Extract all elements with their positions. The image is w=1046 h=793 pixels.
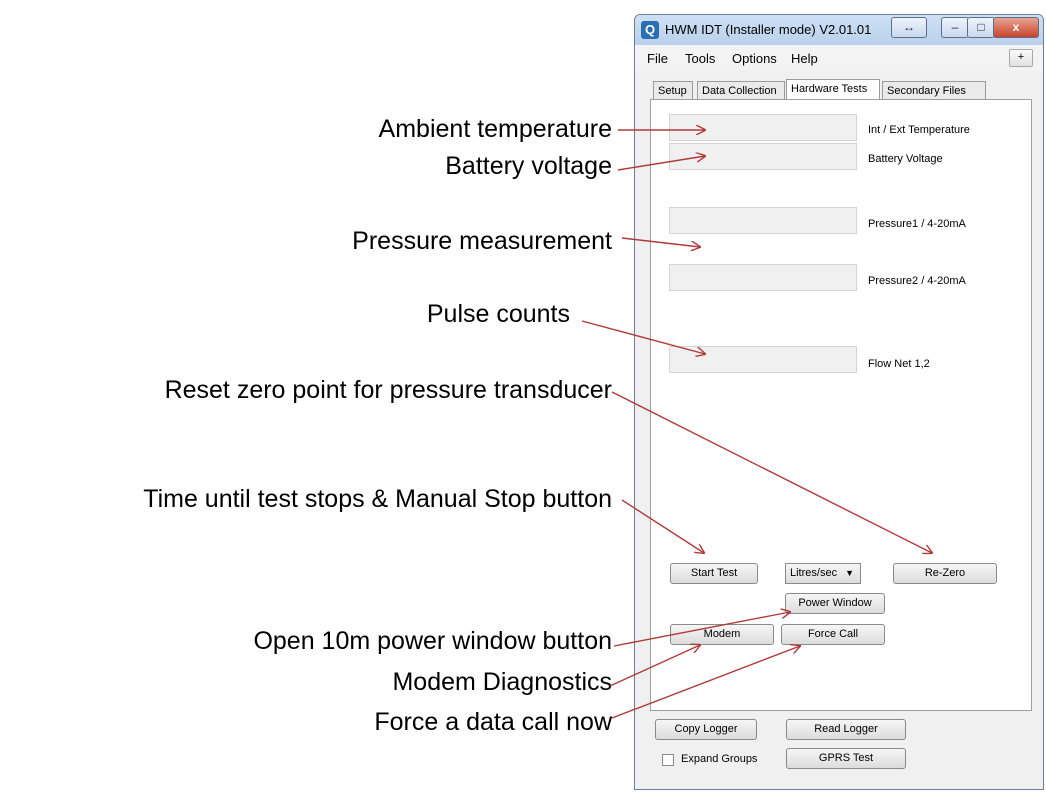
app-window: Q HWM IDT (Installer mode) V2.01.01 ↔ – … — [634, 14, 1044, 790]
annotation-force-call: Force a data call now — [374, 708, 612, 736]
pressure2-label: Pressure2 / 4-20mA — [868, 275, 966, 287]
temperature-field — [669, 114, 857, 141]
annotation-battery-voltage: Battery voltage — [445, 152, 612, 180]
close-button[interactable]: x — [993, 17, 1039, 38]
menu-tools[interactable]: Tools — [685, 51, 715, 66]
annotation-power-window: Open 10m power window button — [253, 627, 612, 655]
re-zero-button[interactable]: Re-Zero — [893, 563, 997, 584]
annotation-time-until-test-stops: Time until test stops & Manual Stop butt… — [143, 485, 612, 513]
menu-options[interactable]: Options — [732, 51, 777, 66]
tab-data-collection[interactable]: Data Collection — [697, 81, 785, 99]
window-title: HWM IDT (Installer mode) V2.01.01 — [665, 22, 872, 37]
annotation-modem-diagnostics: Modem Diagnostics — [392, 668, 612, 696]
expand-groups-label: Expand Groups — [681, 753, 758, 765]
chevron-down-icon: ▼ — [845, 568, 854, 578]
tab-hardware-tests[interactable]: Hardware Tests — [786, 79, 880, 100]
copy-logger-button[interactable]: Copy Logger — [655, 719, 757, 740]
hardware-tests-panel: Int / Ext Temperature Battery Voltage Pr… — [650, 99, 1032, 711]
maximize-button[interactable]: □ — [967, 17, 995, 38]
battery-label: Battery Voltage — [868, 153, 943, 165]
modem-button[interactable]: Modem — [670, 624, 774, 645]
flow-net-label: Flow Net 1,2 — [868, 358, 930, 370]
minimize-button[interactable]: – — [941, 17, 969, 38]
read-logger-button[interactable]: Read Logger — [786, 719, 906, 740]
units-select-value: Litres/sec — [790, 567, 838, 579]
battery-field — [669, 143, 857, 170]
power-window-button[interactable]: Power Window — [785, 593, 885, 614]
expand-groups-checkbox[interactable] — [662, 754, 674, 766]
menu-file[interactable]: File — [647, 51, 668, 66]
start-test-button[interactable]: Start Test — [670, 563, 758, 584]
tab-setup[interactable]: Setup — [653, 81, 693, 99]
units-select[interactable]: Litres/sec ▼ — [785, 563, 861, 584]
app-logo-icon: Q — [641, 21, 659, 39]
pressure2-field — [669, 264, 857, 291]
menu-bar: File Tools Options Help + — [635, 45, 1043, 71]
annotation-pulse-counts: Pulse counts — [426, 300, 570, 328]
resize-arrows-icon[interactable]: ↔ — [891, 17, 927, 38]
annotation-reset-zero: Reset zero point for pressure transducer — [164, 376, 612, 404]
pressure1-field — [669, 207, 857, 234]
annotation-pressure-measurement: Pressure measurement — [352, 227, 612, 255]
gprs-test-button[interactable]: GPRS Test — [786, 748, 906, 769]
force-call-button[interactable]: Force Call — [781, 624, 885, 645]
plus-button[interactable]: + — [1009, 49, 1033, 67]
pressure1-label: Pressure1 / 4-20mA — [868, 218, 966, 230]
temperature-label: Int / Ext Temperature — [868, 124, 970, 136]
annotation-ambient-temperature: Ambient temperature — [378, 115, 612, 143]
tab-secondary-files[interactable]: Secondary Files — [882, 81, 986, 99]
menu-help[interactable]: Help — [791, 51, 818, 66]
title-bar[interactable]: Q HWM IDT (Installer mode) V2.01.01 ↔ – … — [635, 15, 1043, 45]
flow-net-field — [669, 346, 857, 373]
